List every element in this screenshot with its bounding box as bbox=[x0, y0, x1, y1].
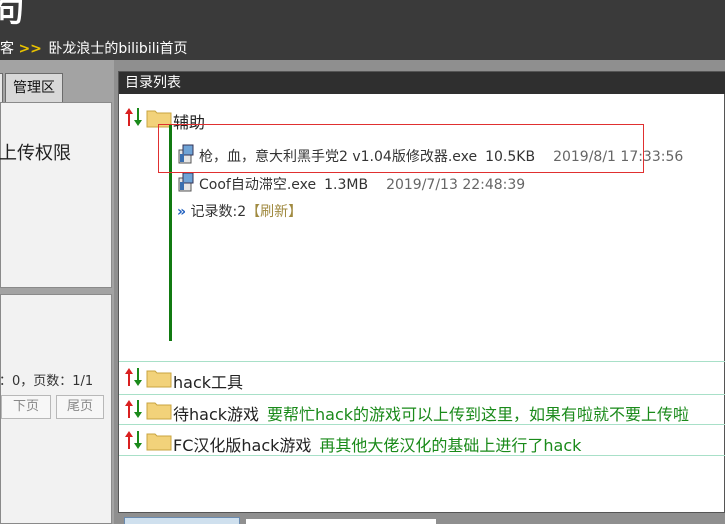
row-divider bbox=[119, 394, 725, 395]
file-size: 1.3MB bbox=[324, 177, 369, 193]
row-divider bbox=[119, 361, 725, 362]
folder-icon bbox=[146, 402, 172, 420]
left-panel: 管理区 上传权限 ：0，页数：1/1 下页 尾页 bbox=[0, 60, 114, 524]
tab-hidden[interactable] bbox=[0, 73, 3, 103]
file-date: 2019/7/13 22:48:39 bbox=[386, 177, 526, 193]
left-tabbar: 管理区 bbox=[0, 73, 114, 103]
folder-description: 要帮忙hack的游戏可以上传到这里，如果有啦就不要上传啦 bbox=[267, 405, 690, 424]
breadcrumb-prefix: 客 bbox=[0, 41, 14, 57]
pagination-box: ：0，页数：1/1 下页 尾页 bbox=[0, 294, 112, 524]
folder-name[interactable]: 待hack游戏 bbox=[173, 405, 259, 424]
next-page-button[interactable]: 下页 bbox=[1, 395, 51, 419]
row-divider bbox=[119, 455, 725, 456]
bottom-tab[interactable] bbox=[124, 517, 240, 524]
sort-arrows-icon[interactable] bbox=[124, 106, 144, 128]
folder-description: 再其他大佬汉化的基础上进行了hack bbox=[319, 436, 582, 455]
last-page-button[interactable]: 尾页 bbox=[56, 395, 104, 419]
upload-permission-text: 上传权限 bbox=[0, 143, 71, 164]
row-divider bbox=[119, 424, 725, 425]
breadcrumb-link-home[interactable]: 卧龙浪士的bilibili首页 bbox=[48, 41, 187, 57]
directory-panel: 目录列表 辅助 枪，血，意大利黑手党2 v1.04版修改器.exe 10.5KB 2… bbox=[118, 71, 725, 513]
highlight-box bbox=[158, 124, 644, 173]
folder-icon bbox=[146, 433, 172, 451]
site-title: 句 bbox=[0, 0, 24, 29]
tab-admin[interactable]: 管理区 bbox=[5, 73, 63, 103]
sort-arrows-icon[interactable] bbox=[124, 429, 144, 451]
folder-name[interactable]: FC汉化版hack游戏 bbox=[173, 436, 311, 455]
breadcrumb-arrows: >> bbox=[18, 41, 42, 57]
sort-arrows-icon[interactable] bbox=[124, 398, 144, 420]
double-chevron-icon: » bbox=[177, 204, 187, 220]
folder-icon bbox=[146, 370, 172, 388]
top-banner: 句 客 >> 卧龙浪士的bilibili首页 bbox=[0, 0, 725, 60]
sort-arrows-icon[interactable] bbox=[124, 366, 144, 388]
breadcrumb: 客 >> 卧龙浪士的bilibili首页 bbox=[0, 38, 188, 58]
exe-file-icon bbox=[178, 172, 194, 192]
file-name[interactable]: Coof自动滞空.exe bbox=[199, 177, 316, 193]
bottom-tab[interactable] bbox=[246, 519, 436, 524]
folder-name[interactable]: hack工具 bbox=[173, 369, 243, 393]
record-count: » 记录数:2【刷新】 bbox=[177, 201, 302, 221]
directory-header: 目录列表 bbox=[119, 72, 725, 94]
refresh-link[interactable]: 【刷新】 bbox=[246, 204, 302, 220]
page-stats: ：0，页数：1/1 bbox=[0, 374, 94, 389]
permission-box: 上传权限 bbox=[0, 102, 112, 288]
record-count-text: 记录数:2 bbox=[190, 204, 247, 220]
